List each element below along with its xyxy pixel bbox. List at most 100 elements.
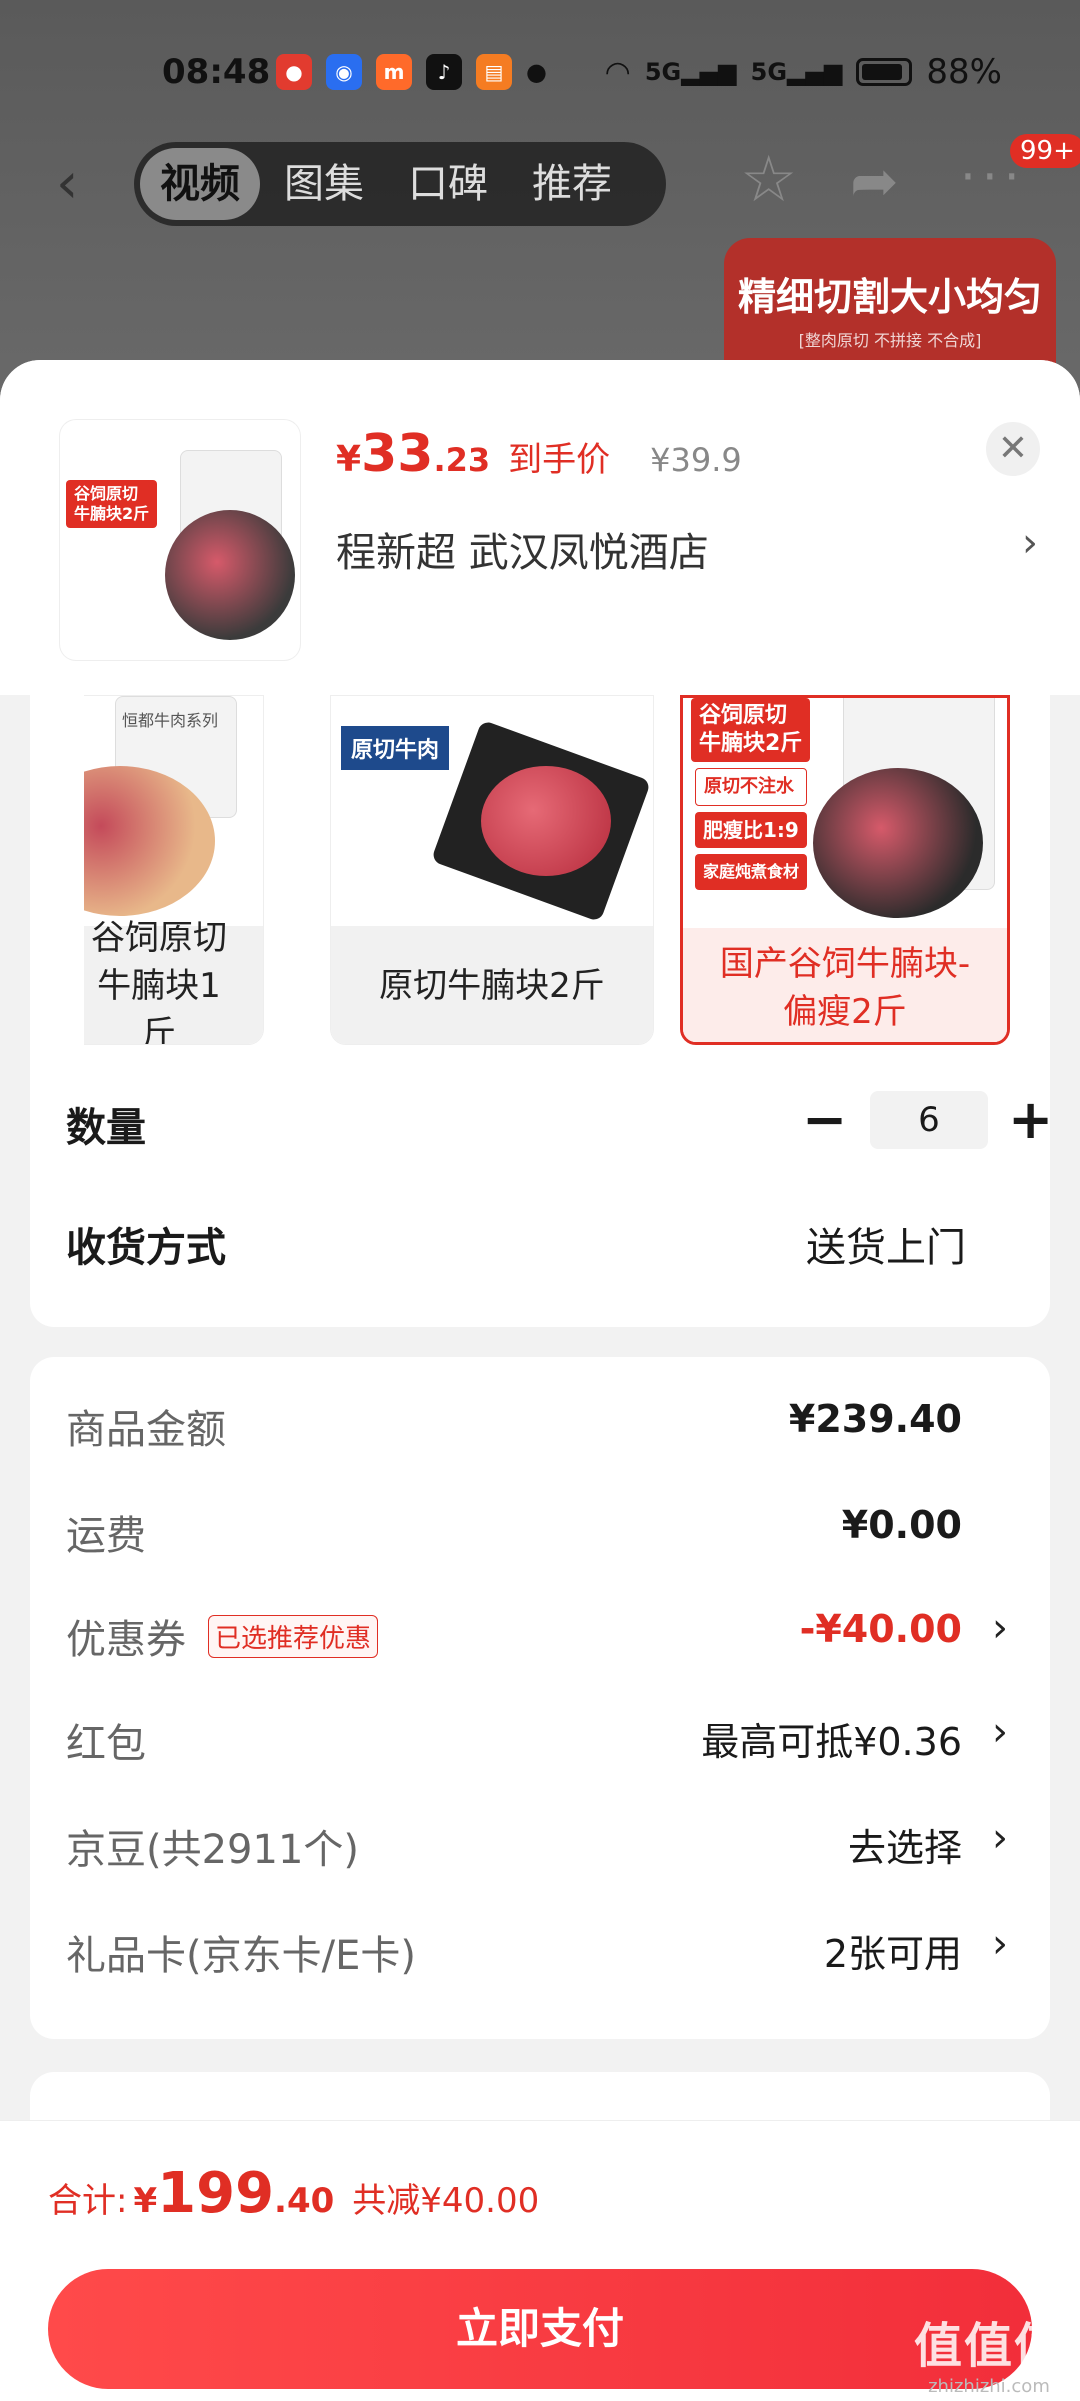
summary-label: 京豆(共2911个) <box>66 1827 360 1873</box>
variant-tag-line-1: 谷饲原切 <box>699 703 788 728</box>
summary-label: 运费 <box>66 1513 146 1559</box>
variant-tag-line-2: 牛腩块2斤 <box>699 731 803 756</box>
tiktok-app-icon: ♪ <box>426 54 462 90</box>
summary-value: ¥239.40 <box>788 1397 962 1441</box>
battery-percent: 88% <box>926 52 1002 92</box>
favorite-star-icon[interactable]: ☆ <box>740 148 797 212</box>
summary-label: 商品金额 <box>66 1407 226 1453</box>
more-notifications-dot: ● <box>526 58 547 86</box>
order-summary-card: 商品金额 ¥239.40 运费 ¥0.00 优惠券 已选推荐优惠 -¥40.00… <box>30 1357 1050 2039</box>
signal-5g-icon-1: 5G▂▄▆ <box>644 58 737 86</box>
summary-row-red-packet[interactable]: 红包 最高可抵¥0.36 › <box>66 1701 1050 1771</box>
back-icon[interactable]: ‹ <box>56 156 78 212</box>
variant-meat <box>481 766 611 876</box>
summary-row-coupon[interactable]: 优惠券 已选推荐优惠 -¥40.00 › <box>66 1597 1050 1667</box>
original-price: ¥39.9 <box>650 441 742 479</box>
summary-row-jd-beans[interactable]: 京豆(共2911个) 去选择 › <box>66 1807 1050 1877</box>
chevron-right-icon: › <box>992 1709 1008 1755</box>
variant-blue-tag: 原切牛肉 <box>341 726 450 770</box>
message-badge: 99+ <box>1010 134 1080 168</box>
quantity-label: 数量 <box>66 1105 146 1151</box>
jd-app-icon: ● <box>276 54 312 90</box>
watermark-logo: 值值值 <box>913 2318 1064 2374</box>
promo-title: 精细切割大小均匀 <box>737 275 1042 319</box>
chevron-right-icon[interactable]: › <box>1022 520 1038 566</box>
thumbnail-red-tag: 谷饲原切 牛腩块2斤 <box>66 480 158 528</box>
close-icon[interactable]: ✕ <box>986 422 1040 476</box>
book-app-icon: ▤ <box>476 54 512 90</box>
tab-gallery[interactable]: 图集 <box>264 148 384 220</box>
purchase-sheet: 谷饲原切 牛腩块2斤 ¥ 33 .23 到手价 ¥39.9 ✕ 程新超 武汉凤悦… <box>0 360 1080 2400</box>
summary-label: 优惠券 <box>66 1617 186 1663</box>
chevron-right-icon: › <box>992 1921 1008 1967</box>
status-bar: 08:48 ● ◉ m ♪ ▤ ● ◠ 5G▂▄▆ 5G▂▄▆ 88% <box>0 48 1080 98</box>
product-thumbnail: 谷饲原切 牛腩块2斤 <box>60 420 300 660</box>
price-symbol: ¥ <box>336 439 362 480</box>
variant-label: 原切牛腩块2斤 <box>331 926 653 1044</box>
quantity-input[interactable]: 6 <box>870 1091 988 1149</box>
top-nav: ‹ 视频 图集 口碑 推荐 ☆ ➦ ··· 99+ <box>0 134 1080 228</box>
thumbnail-meat-bowl <box>165 510 295 640</box>
quantity-minus-button[interactable]: − <box>802 1085 847 1155</box>
total-decimal: .40 <box>274 2181 335 2221</box>
total-integer: 199 <box>157 2161 275 2226</box>
price-tag: 到手价 <box>508 440 611 480</box>
delivery-method-value: 送货上门 <box>806 1225 966 1271</box>
summary-label: 礼品卡(京东卡/E卡) <box>66 1933 416 1979</box>
variant-option-3-selected[interactable]: 谷饲原切 牛腩块2斤 原切不注水 肥瘦比1:9 家庭炖煮食材 国产谷饲牛腩块-偏… <box>680 695 1010 1045</box>
variant-image: 原切牛肉 <box>331 696 653 926</box>
notification-icons: ● ◉ m ♪ ▤ ● <box>276 54 547 90</box>
coupon-badge: 已选推荐优惠 <box>208 1615 379 1658</box>
variant-image: 谷饲原切 牛腩块2斤 原切不注水 肥瘦比1:9 家庭炖煮食材 <box>683 698 1007 928</box>
wifi-icon: ◠ <box>604 54 631 90</box>
chevron-right-icon: › <box>992 1815 1008 1861</box>
summary-value: 2张可用 <box>823 1932 962 1976</box>
summary-row-goods-amount: 商品金额 ¥239.40 <box>66 1387 1050 1457</box>
pay-now-button[interactable]: 立即支付 <box>48 2269 1032 2389</box>
variant-option-2[interactable]: 原切牛肉 原切牛腩块2斤 <box>330 695 654 1045</box>
summary-label: 红包 <box>66 1721 146 1767</box>
delivery-method-row[interactable]: 收货方式 送货上门 <box>66 1205 1026 1275</box>
baidu-app-icon: ◉ <box>326 54 362 90</box>
chevron-right-icon: › <box>992 1605 1008 1651</box>
variant-list: 恒都牛肉系列 谷饲原切牛腩块1斤 原切牛肉 原切牛腩块2斤 谷饲原切 牛腩块2斤… <box>84 695 1014 1045</box>
summary-row-gift-card[interactable]: 礼品卡(京东卡/E卡) 2张可用 › <box>66 1913 1050 1983</box>
variant-label: 国产谷饲牛腩块-偏瘦2斤 <box>683 928 1007 1042</box>
delivery-method-label: 收货方式 <box>66 1225 226 1271</box>
price-integer: 33 <box>361 424 434 484</box>
watermark: 值值值 zhizhizhi.com <box>914 2306 1064 2397</box>
sheet-header: 谷饲原切 牛腩块2斤 ¥ 33 .23 到手价 ¥39.9 ✕ 程新超 武汉凤悦… <box>0 360 1080 695</box>
options-card: 恒都牛肉系列 谷饲原切牛腩块1斤 原切牛肉 原切牛腩块2斤 谷饲原切 牛腩块2斤… <box>30 695 1053 1327</box>
total-symbol: ¥ <box>133 2181 158 2221</box>
product-page-background: 08:48 ● ◉ m ♪ ▤ ● ◠ 5G▂▄▆ 5G▂▄▆ 88% ‹ 视频… <box>0 0 1080 420</box>
sub-tag-fat-ratio: 肥瘦比1:9 <box>695 812 808 848</box>
man-app-icon: m <box>376 54 412 90</box>
variant-option-1[interactable]: 恒都牛肉系列 谷饲原切牛腩块1斤 <box>84 695 264 1045</box>
quantity-plus-button[interactable]: + <box>1008 1085 1053 1155</box>
summary-value: ¥0.00 <box>841 1503 962 1547</box>
summary-value: -¥40.00 <box>799 1607 962 1651</box>
tab-video[interactable]: 视频 <box>140 148 260 220</box>
sub-tag-no-water: 原切不注水 <box>695 768 808 806</box>
variant-meat-bowl <box>813 768 983 918</box>
signal-5g-icon-2: 5G▂▄▆ <box>750 58 843 86</box>
tab-recommend[interactable]: 推荐 <box>512 148 632 220</box>
variant-sub-tags: 原切不注水 肥瘦比1:9 家庭炖煮食材 <box>695 768 808 890</box>
bag-brand-label: 恒都牛肉系列 <box>122 711 219 730</box>
promo-subtitle: [整肉原切 不拼接 不合成] <box>798 331 982 350</box>
thumbnail-tag-line-1: 谷饲原切 <box>74 484 139 503</box>
summary-value: 最高可抵¥0.36 <box>701 1720 962 1764</box>
share-icon[interactable]: ➦ <box>850 152 899 210</box>
variant-red-tag: 谷饲原切 牛腩块2斤 <box>691 698 811 762</box>
total-label: 合计: <box>48 2181 128 2221</box>
battery-icon <box>856 58 913 86</box>
variant-image: 恒都牛肉系列 <box>84 696 263 926</box>
media-tabs: 视频 图集 口碑 推荐 <box>134 142 666 226</box>
delivery-address[interactable]: 程新超 武汉凤悦酒店 <box>336 520 709 578</box>
price-decimal: .23 <box>433 441 491 479</box>
watermark-url: zhizhizhi.com <box>928 2376 1050 2397</box>
total-line: 合计: ¥ 199 .40 共减¥40.00 <box>48 2161 539 2226</box>
summary-row-shipping: 运费 ¥0.00 <box>66 1493 1050 1563</box>
tab-reviews[interactable]: 口碑 <box>388 148 508 220</box>
price-line: ¥ 33 .23 到手价 ¥39.9 <box>336 424 742 484</box>
